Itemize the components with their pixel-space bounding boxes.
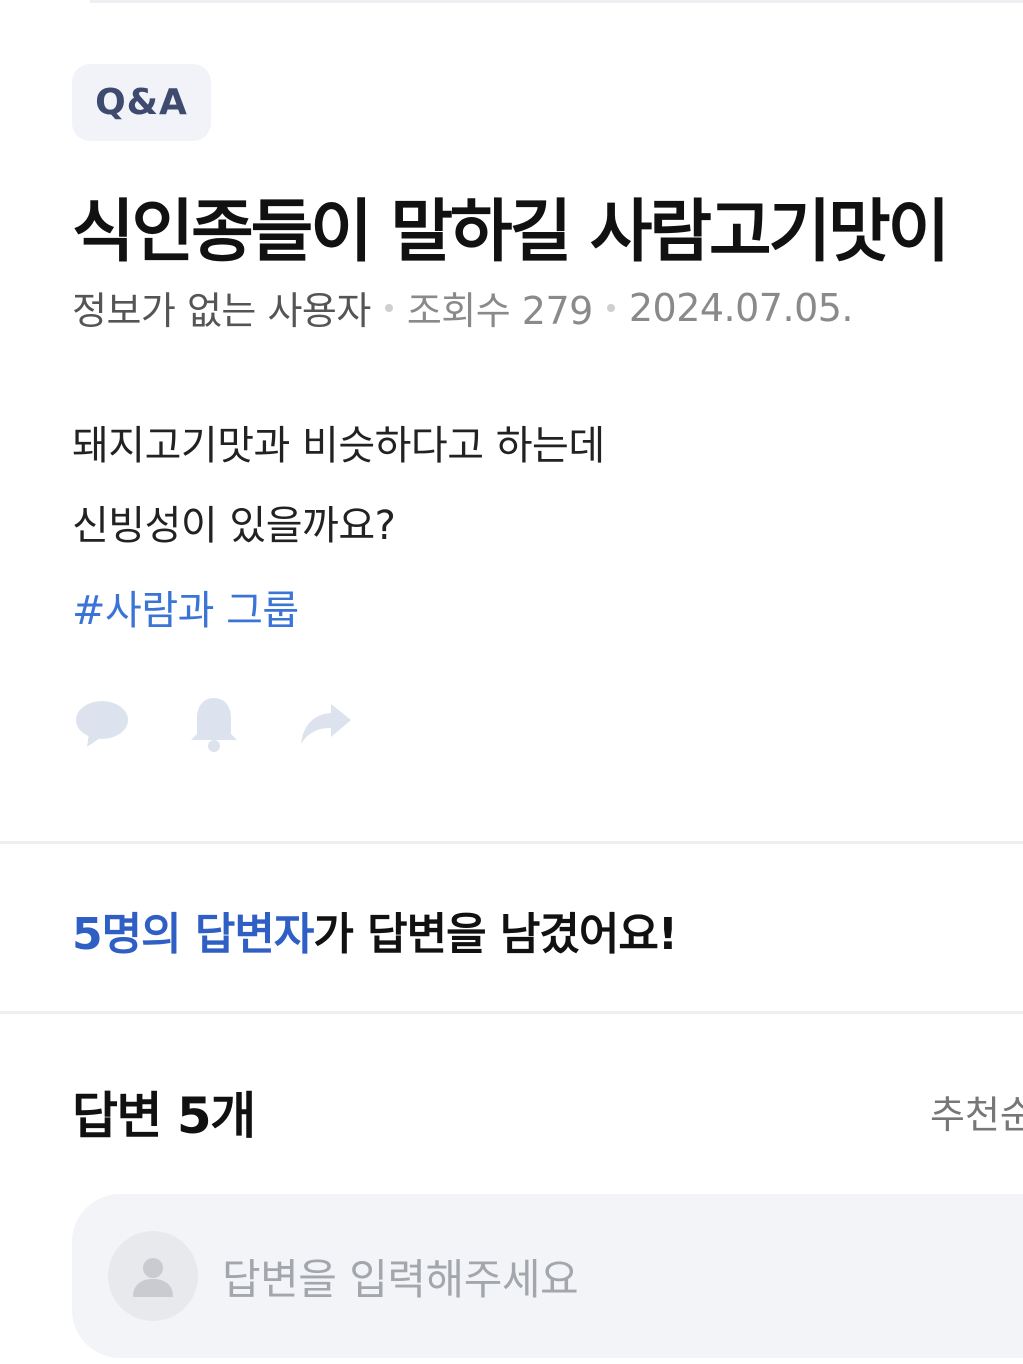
- topic-tag[interactable]: #사람과 그룹: [72, 578, 299, 636]
- answerer-summary: 5명의 답변자가 답변을 남겼어요!: [72, 898, 678, 962]
- answers-count-header: 답변 5개: [72, 1087, 256, 1145]
- answerer-count-highlight[interactable]: 5명의 답변자: [72, 909, 314, 960]
- meta-separator: [606, 303, 615, 312]
- category-badge[interactable]: Q&A: [72, 64, 211, 141]
- post-body-line: 신빙성이 있을까요?: [72, 503, 396, 549]
- section-divider: [0, 1011, 1023, 1014]
- question-page: Q&A 식인종들이 말하길 사람고기맛이 정보가 없는 사용자 조회수 279 …: [0, 0, 1023, 1364]
- view-count: 조회수 279: [406, 289, 594, 333]
- answerer-summary-text: 가 답변을 남겼어요!: [313, 909, 678, 960]
- bell-icon: [191, 698, 237, 752]
- author-name[interactable]: 정보가 없는 사용자: [72, 280, 371, 335]
- post-actions: [72, 694, 356, 754]
- section-divider: [0, 841, 1023, 844]
- notification-button[interactable]: [184, 694, 244, 754]
- avatar: [108, 1231, 198, 1321]
- share-icon: [301, 704, 351, 744]
- post-body-line: 돼지고기맛과 비슷하다고 하는데: [72, 423, 605, 469]
- page-title: 식인종들이 말하길 사람고기맛이: [72, 193, 950, 272]
- post-date: 2024.07.05.: [628, 285, 854, 330]
- comment-button[interactable]: [72, 694, 132, 754]
- share-button[interactable]: [296, 694, 356, 754]
- answer-input-placeholder: 답변을 입력해주세요: [222, 1254, 579, 1304]
- post-meta: 정보가 없는 사용자 조회수 279 2024.07.05.: [72, 280, 854, 335]
- top-divider: [90, 0, 1023, 3]
- user-avatar-icon: [133, 1258, 173, 1297]
- sort-dropdown[interactable]: 추천순: [930, 1084, 1023, 1139]
- post-body: 돼지고기맛과 비슷하다고 하는데 신빙성이 있을까요?: [72, 406, 605, 566]
- comment-icon: [76, 701, 128, 747]
- answer-input[interactable]: 답변을 입력해주세요: [72, 1194, 1023, 1358]
- meta-separator: [384, 303, 393, 312]
